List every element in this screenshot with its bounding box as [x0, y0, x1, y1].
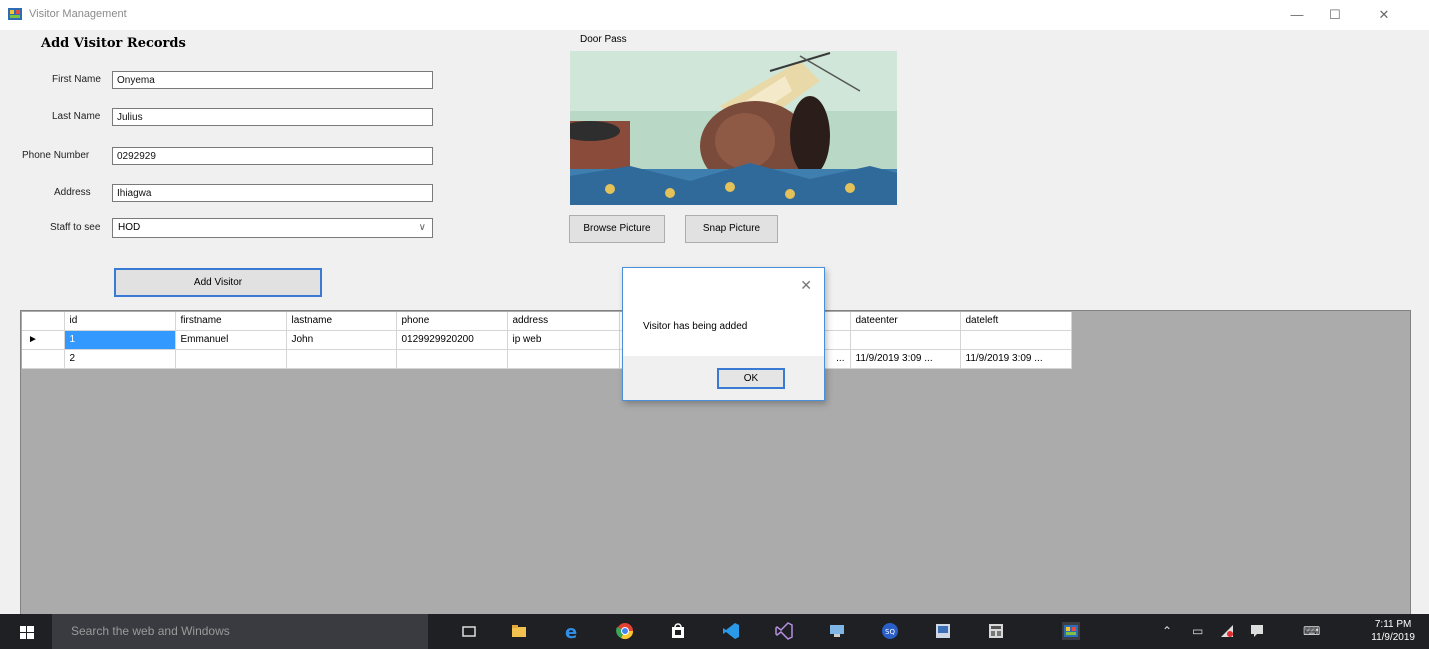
staff-select[interactable]: HOD ∨ — [112, 218, 433, 238]
dialog-footer: OK — [623, 356, 824, 400]
snap-picture-button[interactable]: Snap Picture — [685, 215, 778, 243]
store-icon[interactable] — [669, 622, 687, 640]
table-cell[interactable]: 1 — [64, 330, 176, 350]
row-marker[interactable] — [22, 349, 65, 369]
door-pass-label: Door Pass — [580, 34, 627, 45]
column-header-firstname[interactable]: firstname — [175, 312, 287, 331]
battery-icon[interactable]: ▭ — [1192, 624, 1203, 638]
table-cell[interactable] — [396, 349, 508, 369]
visual-studio-icon[interactable] — [775, 622, 793, 640]
maximize-button[interactable]: ☐ — [1320, 4, 1350, 26]
column-header-lastname[interactable]: lastname — [286, 312, 397, 331]
taskbar-search-input[interactable]: Search the web and Windows — [52, 614, 428, 649]
notification-icon[interactable] — [1250, 624, 1264, 638]
phone-input[interactable] — [112, 147, 433, 165]
phone-label: Phone Number — [22, 150, 90, 161]
clock-date: 11/9/2019 — [1371, 632, 1415, 643]
table-cell[interactable]: 2 — [64, 349, 176, 369]
minimize-button[interactable]: — — [1282, 4, 1312, 26]
chevron-down-icon: ∨ — [418, 222, 426, 233]
address-input[interactable] — [112, 184, 433, 202]
table-cell[interactable] — [286, 349, 397, 369]
add-visitor-button[interactable]: Add Visitor — [114, 268, 322, 297]
taskbar: Search the web and Windows e SQ ⌃ ▭ ⌨ 7:… — [0, 614, 1429, 649]
clock-time: 7:11 PM — [1374, 619, 1412, 630]
column-header-id[interactable]: id — [64, 312, 176, 331]
chevron-up-icon[interactable]: ⌃ — [1162, 624, 1172, 638]
chrome-icon[interactable] — [616, 622, 634, 640]
address-label: Address — [54, 187, 91, 198]
table-cell[interactable]: ip web — [507, 330, 620, 350]
column-header-phone[interactable]: phone — [396, 312, 508, 331]
table-cell[interactable] — [960, 330, 1072, 350]
staff-select-value: HOD — [118, 222, 141, 233]
visitor-table: id firstname lastname phone address date… — [22, 312, 1072, 369]
network-app-icon[interactable] — [828, 622, 846, 640]
table-row[interactable]: 2 ... 11/9/2019 3:09 ... 11/9/2019 3:09 … — [22, 349, 1072, 369]
first-name-label: First Name — [52, 74, 101, 85]
table-cell[interactable]: 11/9/2019 3:09 ... — [850, 349, 961, 369]
edge-browser-icon[interactable]: e — [563, 622, 581, 640]
task-view-icon[interactable] — [460, 622, 478, 640]
title-bar: Visitor Management — ☐ ✕ — [0, 0, 1429, 30]
dialog-message: Visitor has being added — [643, 321, 748, 332]
vscode-icon[interactable] — [722, 622, 740, 640]
app-icon — [8, 8, 22, 20]
table-cell[interactable] — [175, 349, 287, 369]
svg-text:SQ: SQ — [885, 628, 895, 636]
windows-start-icon[interactable] — [20, 626, 34, 639]
browse-picture-button[interactable]: Browse Picture — [569, 215, 665, 243]
close-button[interactable]: ✕ — [1369, 4, 1399, 26]
table-cell[interactable]: 11/9/2019 3:09 ... — [960, 349, 1072, 369]
network-icon[interactable] — [1220, 624, 1234, 638]
calculator-icon[interactable] — [987, 622, 1005, 640]
column-header-dateleft[interactable]: dateleft — [960, 312, 1072, 331]
ok-button[interactable]: OK — [717, 368, 785, 389]
photo-image — [570, 51, 897, 205]
last-name-input[interactable] — [112, 108, 433, 126]
form-title: Add Visitor Records — [41, 36, 186, 51]
table-row[interactable]: ► 1 Emmanuel John 0129929920200 ip web — [22, 330, 1072, 350]
table-cell[interactable]: Emmanuel — [175, 330, 287, 350]
app-icon-blue-circle[interactable]: SQ — [881, 622, 899, 640]
media-app-icon[interactable] — [934, 622, 952, 640]
first-name-input[interactable] — [112, 71, 433, 89]
visitor-app-taskbar-icon[interactable] — [1062, 622, 1080, 640]
keyboard-icon[interactable]: ⌨ — [1303, 624, 1320, 638]
row-marker[interactable]: ► — [22, 330, 65, 350]
svg-text:e: e — [565, 622, 577, 640]
staff-label: Staff to see — [50, 222, 101, 233]
table-cell[interactable]: 0129929920200 — [396, 330, 508, 350]
table-cell[interactable] — [850, 330, 961, 350]
visitor-photo — [570, 51, 897, 205]
table-cell[interactable]: John — [286, 330, 397, 350]
column-header-address[interactable]: address — [507, 312, 620, 331]
taskbar-clock[interactable]: 7:11 PM 11/9/2019 — [1371, 618, 1415, 644]
column-header-dateenter[interactable]: dateenter — [850, 312, 961, 331]
last-name-label: Last Name — [52, 111, 101, 122]
dialog-close-icon[interactable]: ✕ — [800, 277, 812, 294]
table-cell[interactable] — [507, 349, 620, 369]
window-title: Visitor Management — [29, 8, 127, 20]
row-header-corner — [22, 312, 65, 331]
file-explorer-icon[interactable] — [510, 622, 528, 640]
message-dialog: ✕ Visitor has being added OK — [622, 267, 825, 401]
table-header-row: id firstname lastname phone address date… — [22, 312, 1072, 331]
